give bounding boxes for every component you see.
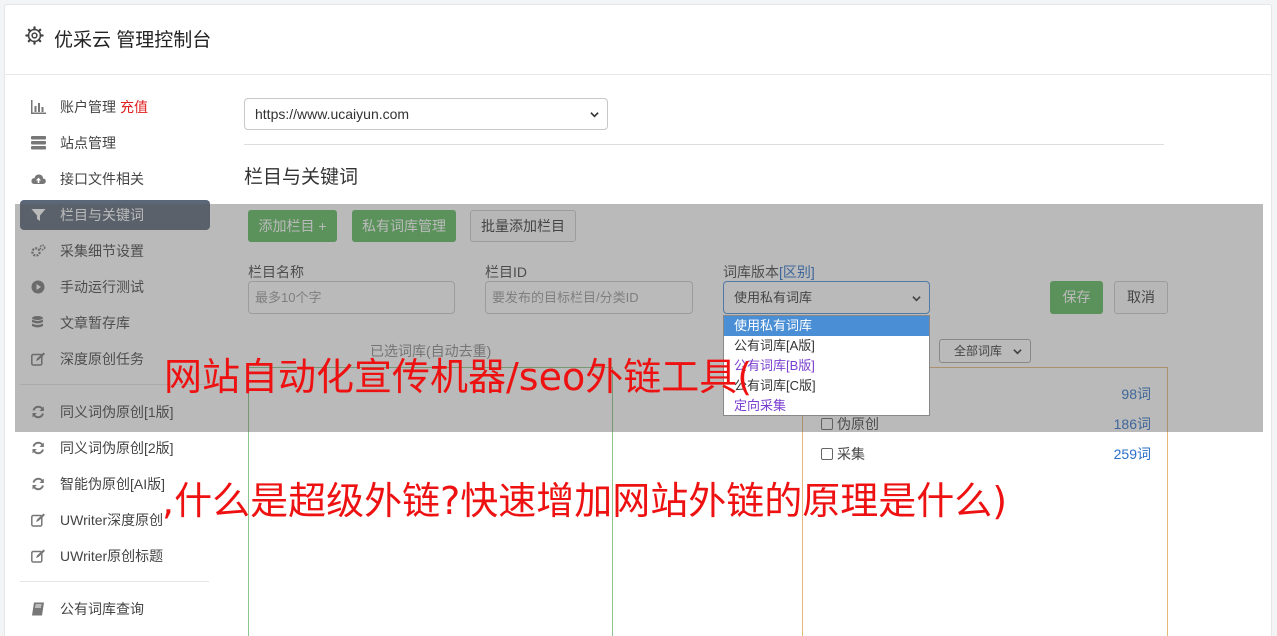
library-name: 采集 bbox=[837, 446, 865, 462]
bar-chart-icon bbox=[31, 100, 46, 114]
sidebar-item-label: 智能伪原创[AI版] bbox=[60, 476, 166, 492]
cloud-upload-icon bbox=[31, 172, 46, 186]
recharge-link[interactable]: 充值 bbox=[120, 99, 148, 115]
sidebar-item-label: 账户管理 bbox=[60, 99, 116, 115]
server-icon bbox=[31, 136, 46, 150]
edit-icon bbox=[31, 513, 46, 527]
watermark-title-line2: ,什么是超级外链?快速增加网站外链的原理是什么) bbox=[162, 479, 1008, 523]
edit-icon bbox=[31, 549, 46, 563]
option-public-c[interactable]: 公有词库[C版] bbox=[724, 376, 929, 396]
gear-icon bbox=[25, 26, 44, 45]
library-checkbox[interactable] bbox=[821, 448, 833, 460]
app-title: 优采云 管理控制台 bbox=[54, 30, 212, 51]
site-select-value: https://www.ucaiyun.com bbox=[255, 106, 410, 122]
sidebar-item-account[interactable]: 账户管理 充值 bbox=[20, 92, 210, 122]
library-row[interactable]: 采集 259词 bbox=[821, 444, 1151, 464]
library-version-options[interactable]: 使用私有词库 公有词库[A版] 公有词库[B版] 公有词库[C版] 定向采集 bbox=[723, 315, 930, 416]
sidebar-item-label: UWriter原创标题 bbox=[60, 548, 164, 564]
option-public-a[interactable]: 公有词库[A版] bbox=[724, 336, 929, 356]
sidebar-item-label: 同义词伪原创[2版] bbox=[60, 440, 174, 456]
option-public-b[interactable]: 公有词库[B版] bbox=[724, 356, 929, 376]
sidebar-item-interface-files[interactable]: 接口文件相关 bbox=[20, 164, 210, 194]
library-count[interactable]: 259词 bbox=[1114, 444, 1151, 464]
watermark-title-line1: 网站自动化宣传机器/seo外链工具( bbox=[164, 355, 753, 399]
option-private-library[interactable]: 使用私有词库 bbox=[724, 316, 929, 336]
sidebar-item-sites[interactable]: 站点管理 bbox=[20, 128, 210, 158]
chevron-down-icon bbox=[590, 112, 599, 118]
site-select[interactable]: https://www.ucaiyun.com bbox=[244, 98, 608, 130]
sidebar-divider bbox=[20, 581, 209, 582]
sidebar-item-label: UWriter深度原创 bbox=[60, 512, 164, 528]
top-bar: 优采云 管理控制台 bbox=[5, 5, 1271, 75]
section-title: 栏目与关键词 bbox=[244, 167, 359, 188]
refresh-icon bbox=[31, 441, 46, 455]
book-icon bbox=[31, 602, 46, 616]
refresh-icon bbox=[31, 477, 46, 491]
sidebar-item-label: 公有词库查询 bbox=[60, 601, 144, 617]
sidebar-item-label: 站点管理 bbox=[60, 135, 116, 151]
sidebar-item-label: 接口文件相关 bbox=[60, 171, 144, 187]
sidebar-item-synonym-v2[interactable]: 同义词伪原创[2版] bbox=[20, 433, 210, 463]
sidebar-item-uwriter-title[interactable]: UWriter原创标题 bbox=[20, 541, 210, 571]
option-directed-collect[interactable]: 定向采集 bbox=[724, 396, 929, 416]
divider bbox=[244, 144, 1164, 145]
sidebar-item-public-lib-query[interactable]: 公有词库查询 bbox=[20, 594, 210, 624]
